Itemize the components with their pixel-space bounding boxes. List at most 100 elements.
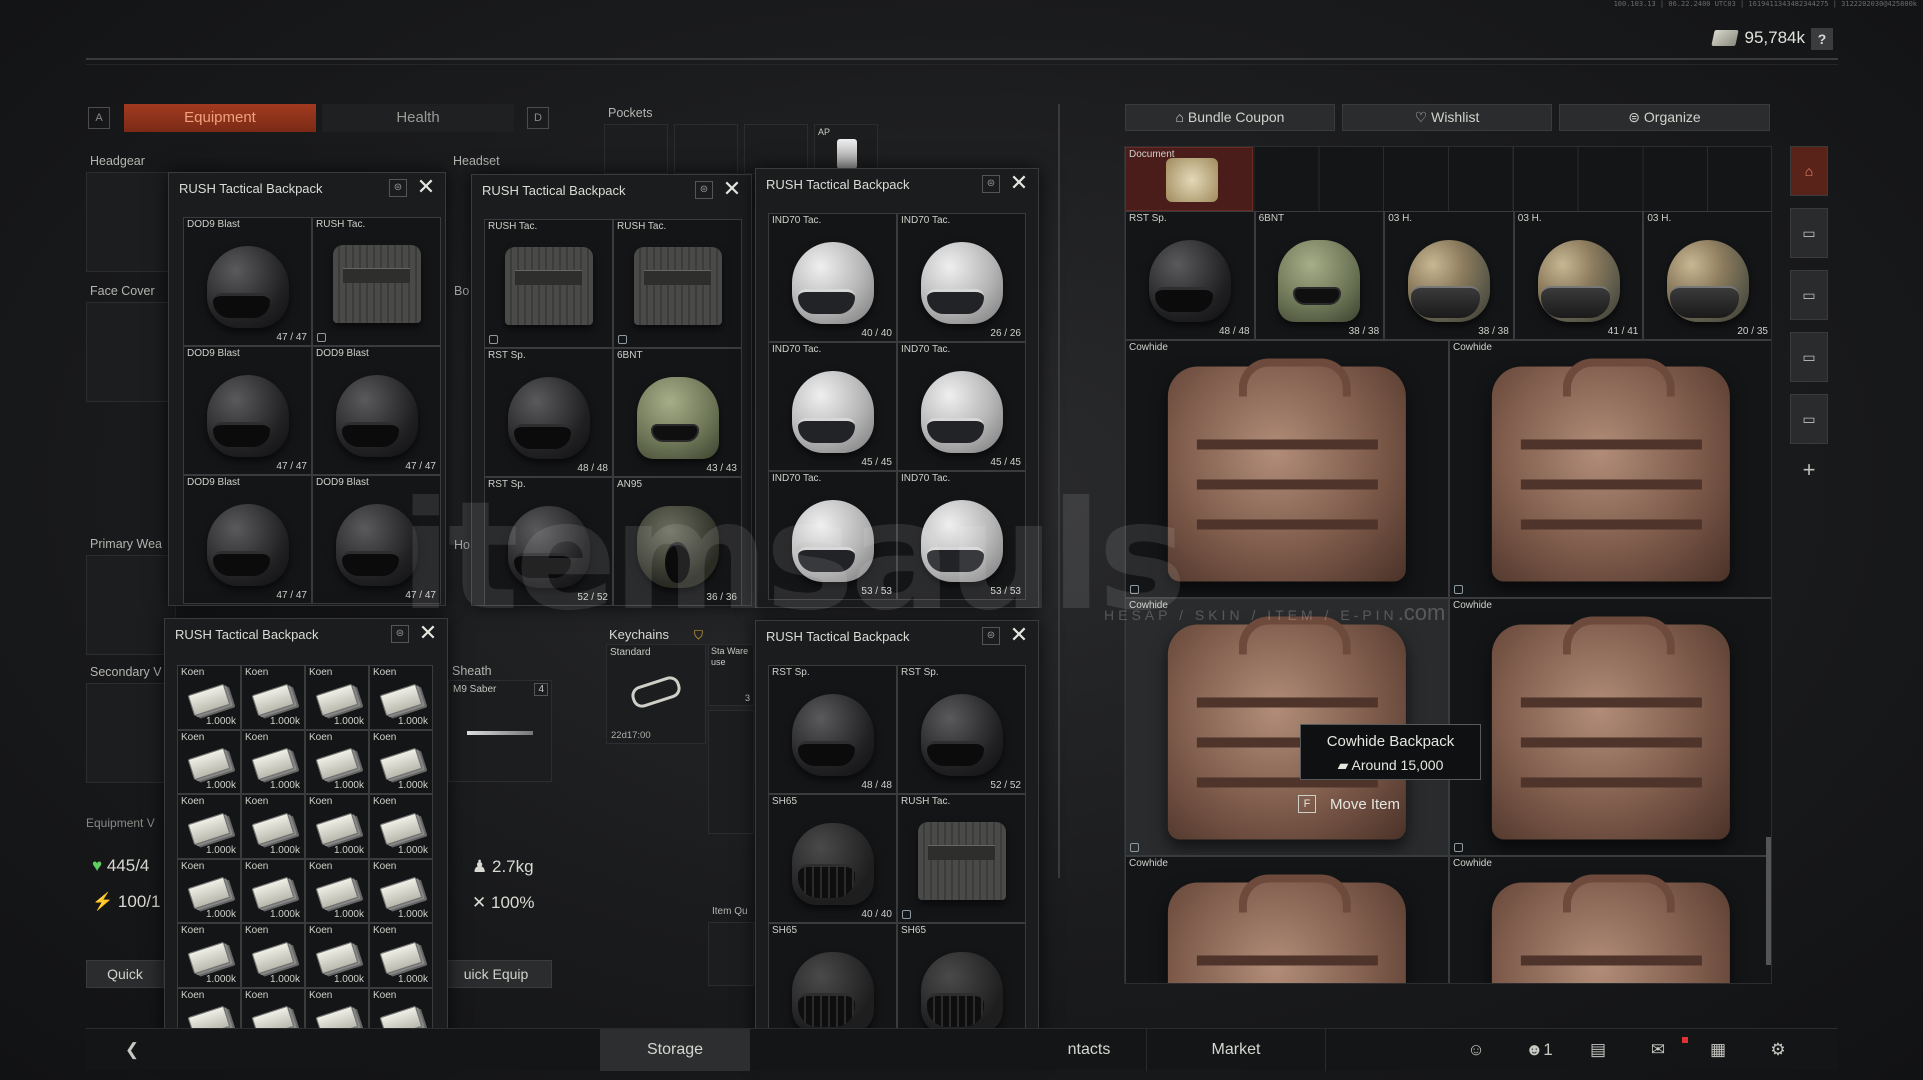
money-item-cell[interactable]: Koen 1.000k [177,729,241,794]
face-cover-slot[interactable] [86,302,176,402]
money-item-cell[interactable]: Koen 1.000k [305,729,369,794]
cowhide-backpack-cell[interactable]: Cowhide [1449,856,1771,983]
wishlist-button[interactable]: ♡ Wishlist [1342,104,1552,131]
money-item-cell[interactable]: Koen 1.000k [369,665,433,730]
sidebar-stash-icon[interactable]: ▭ [1790,270,1828,320]
money-item-cell[interactable]: Koen 1.000k [177,858,241,923]
settings-gear-icon[interactable]: ⚙ [1758,1029,1798,1071]
item-cell[interactable]: RUSH Tac. [312,217,441,346]
money-item-cell[interactable]: Koen 1.000k [305,665,369,730]
money-stack-icon [251,683,295,717]
item-cell[interactable]: IND70 Tac. 26 / 26 [897,213,1026,342]
mail-icon[interactable]: ✉ [1638,1029,1678,1071]
item-cell[interactable]: RST Sp. 52 / 52 [897,665,1026,794]
secondary-weapon-slot[interactable] [86,683,176,783]
item-cell[interactable]: DOD9 Blast 47 / 47 [183,346,312,475]
item-cell[interactable]: IND70 Tac. 45 / 45 [768,342,897,471]
keychain-slot[interactable]: Standard 22d17:00 [606,644,706,744]
money-item-cell[interactable]: Koen 1.000k [177,665,241,730]
back-icon[interactable]: ❮ [112,1029,152,1071]
money-item-cell[interactable]: Koen 1.000k [305,794,369,859]
sheath-slot[interactable]: M9 Saber 4 [448,680,552,782]
cowhide-backpack-cell[interactable]: Cowhide [1449,340,1771,598]
tab-left-key[interactable]: A [88,107,110,129]
canister-icon [837,139,857,169]
sidebar-stash-icon[interactable]: ▭ [1790,332,1828,382]
sidebar-stash-icon[interactable]: ▭ [1790,394,1828,444]
money-item-cell[interactable]: Koen 1.000k [241,858,305,923]
item-cell[interactable]: 03 H. 20 / 35 [1643,211,1771,340]
friends-icon[interactable]: ☺ [1456,1029,1496,1071]
item-cell[interactable]: IND70 Tac. 45 / 45 [897,342,1026,471]
backpack-window-money[interactable]: RUSH Tactical Backpack ⊜ ✕ Koen 1.000k Koe… [164,618,448,1056]
tab-equipment[interactable]: Equipment [124,104,316,132]
item-cell[interactable]: RUSH Tac. [613,219,742,348]
money-item-cell[interactable]: Koen 1.000k [305,858,369,923]
quick-equip-button[interactable]: uick Equip [440,960,552,988]
item-cell[interactable]: RUSH Tac. [897,794,1026,923]
item-quick-slot[interactable] [708,922,754,986]
item-cell[interactable]: DOD9 Blast 47 / 47 [183,475,312,604]
close-icon[interactable]: ✕ [721,178,743,201]
money-item-cell[interactable]: Koen 1.000k [369,858,433,923]
money-item-cell[interactable]: Koen 1.000k [241,665,305,730]
item-cell[interactable]: RST Sp. 48 / 48 [768,665,897,794]
add-stash-icon[interactable]: + [1790,446,1828,496]
document-item[interactable]: Document [1125,147,1253,211]
cowhide-backpack-cell[interactable]: Cowhide [1449,598,1771,856]
close-icon[interactable]: ✕ [1008,172,1030,195]
bundle-coupon-button[interactable]: ⌂ Bundle Coupon [1125,104,1335,131]
pocket-slot-ap[interactable]: AP [814,124,878,174]
money-stack-icon [315,876,359,910]
item-cell[interactable]: SH65 40 / 40 [768,794,897,923]
party-icon[interactable]: ☻1 [1514,1029,1564,1071]
item-cell[interactable]: DOD9 Blast 47 / 47 [183,217,312,346]
headgear-slot[interactable] [86,172,176,272]
item-cell[interactable]: 03 H. 41 / 41 [1513,211,1644,340]
money-item-cell[interactable]: Koen 1.000k [241,794,305,859]
money-item-cell[interactable]: Koen 1.000k [177,794,241,859]
storage-bag-grid: Cowhide Cowhide Cowhide Cowhide Cowhide Cowhi… [1125,340,1771,983]
pocket-slot[interactable] [604,124,668,174]
money-item-cell[interactable]: Koen 1.000k [369,794,433,859]
item-cell[interactable]: RUSH Tac. [484,219,613,348]
quick-equip-button-left[interactable]: Quick [86,960,164,988]
money-item-cell[interactable]: Koen 1.000k [305,923,369,988]
star-ware-slot[interactable]: Sta Ware use 3 [708,644,754,706]
storage-scrollbar[interactable] [1766,837,1771,965]
window-organize-icon[interactable]: ⊜ [389,179,407,197]
close-icon[interactable]: ✕ [415,176,437,199]
tab-health[interactable]: Health [322,104,514,132]
window-organize-icon[interactable]: ⊜ [695,181,713,199]
container-slot[interactable] [708,710,754,834]
primary-weapon-slot[interactable] [86,555,176,655]
item-cell[interactable]: 03 H. 38 / 38 [1384,211,1514,340]
money-item-cell[interactable]: Koen 1.000k [369,923,433,988]
money-item-cell[interactable]: Koen 1.000k [177,923,241,988]
chat-icon[interactable]: ▤ [1578,1029,1618,1071]
money-item-cell[interactable]: Koen 1.000k [369,729,433,794]
tab-right-key[interactable]: D [527,107,549,129]
item-quantity: 1.000k [205,715,236,727]
help-button[interactable]: ? [1811,28,1833,50]
organize-button[interactable]: ⊜ Organize [1559,104,1770,131]
item-cell[interactable]: RST Sp. 48 / 48 [1125,211,1255,340]
item-cell[interactable]: IND70 Tac. 40 / 40 [768,213,897,342]
sidebar-stash-icon[interactable]: ▭ [1790,208,1828,258]
item-cell[interactable]: DOD9 Blast 47 / 47 [312,346,441,475]
pocket-slot[interactable] [674,124,738,174]
backpack-window-4[interactable]: RUSH Tactical Backpack ⊜ ✕ RST Sp. 48 / 4… [755,620,1039,1058]
item-cell[interactable]: 6BNT 38 / 38 [1254,211,1385,340]
money-item-cell[interactable]: Koen 1.000k [241,729,305,794]
money-item-cell[interactable]: Koen 1.000k [241,923,305,988]
tasks-icon[interactable]: ▦ [1698,1029,1738,1071]
tab-market[interactable]: Market [1146,1029,1326,1071]
item-cell[interactable]: 6BNT 43 / 43 [613,348,742,477]
sidebar-home-icon[interactable]: ⌂ [1790,146,1828,196]
tab-storage[interactable]: Storage [600,1029,750,1071]
cowhide-backpack-cell[interactable]: Cowhide [1125,856,1449,983]
pocket-slot[interactable] [744,124,808,174]
tab-contacts[interactable]: ntacts [1034,1029,1144,1071]
window-organize-icon[interactable]: ⊜ [982,175,1000,193]
item-cell[interactable]: RST Sp. 48 / 48 [484,348,613,477]
